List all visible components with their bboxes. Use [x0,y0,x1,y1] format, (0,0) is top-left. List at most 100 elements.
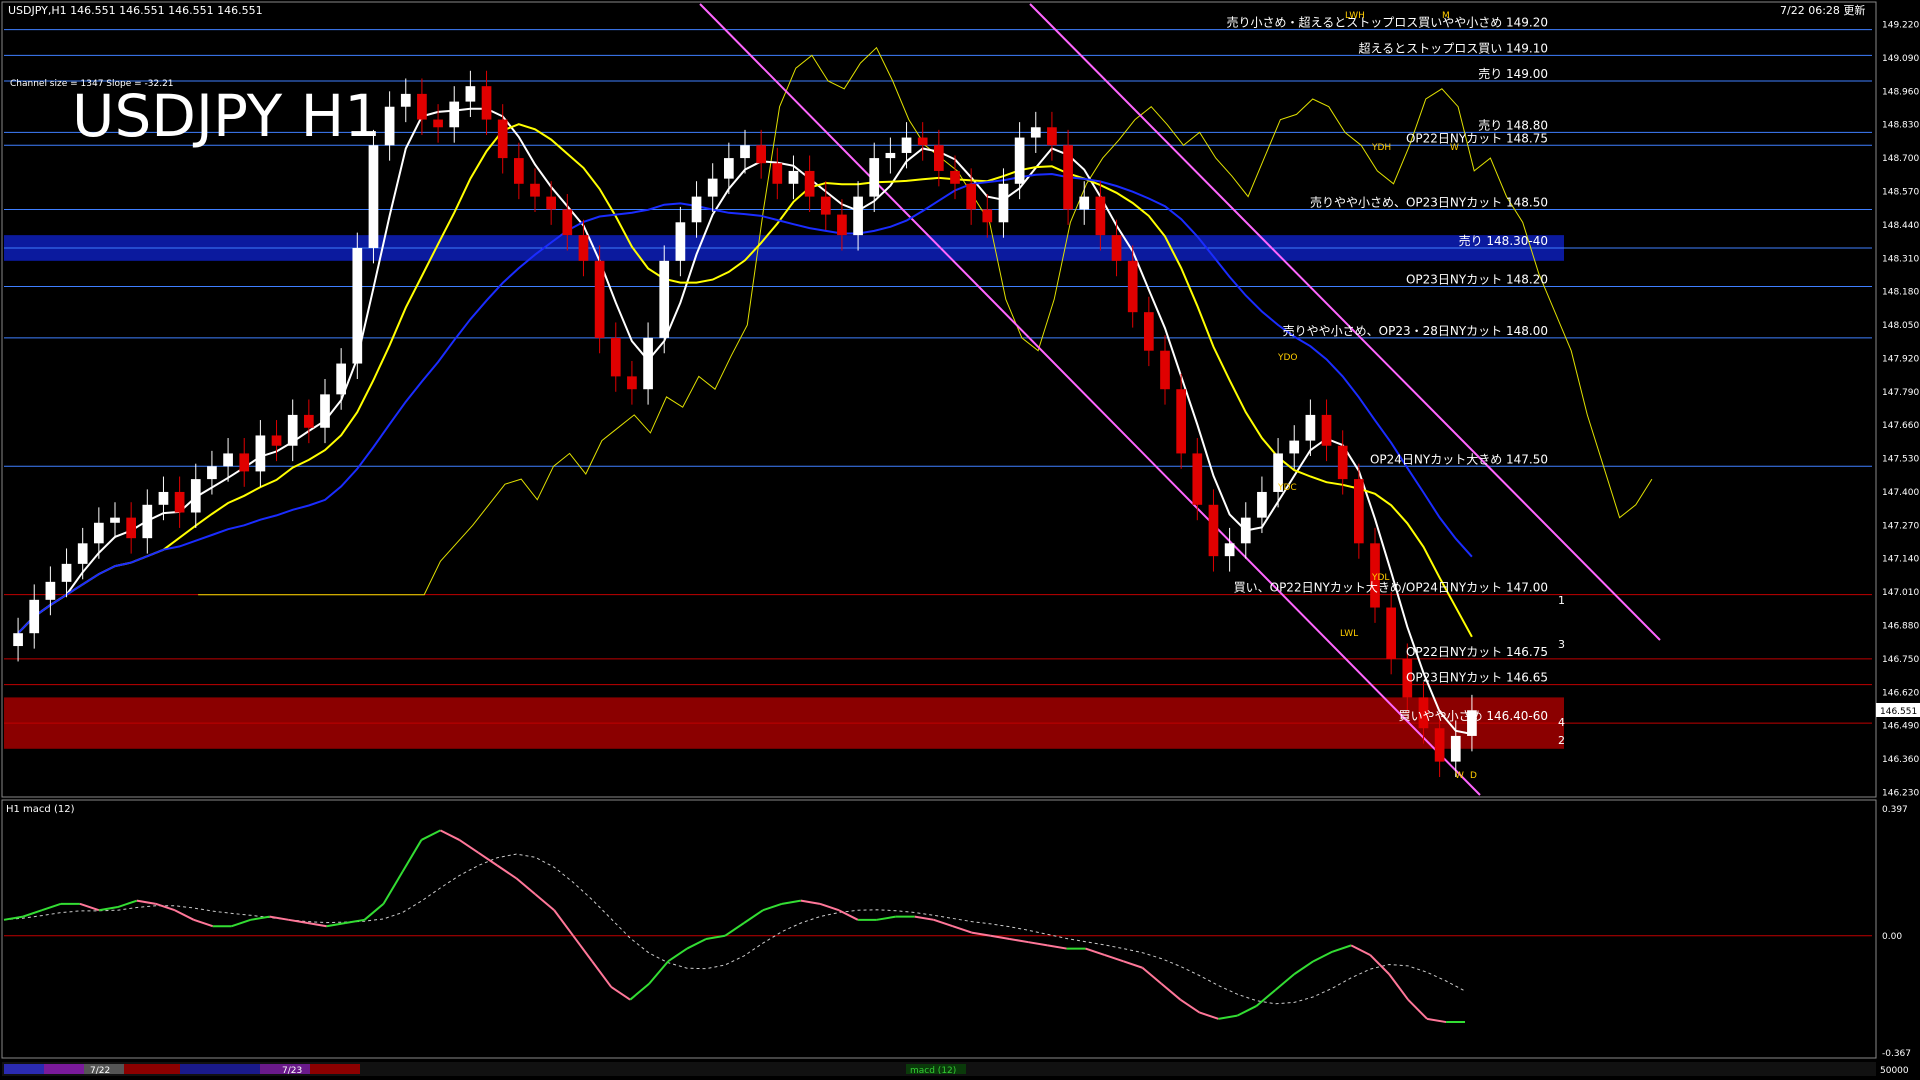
price-tick-label: 146.620 [1882,688,1919,698]
candle-body [788,170,799,184]
candle-body [934,145,944,171]
price-tick-label: 147.660 [1882,421,1919,431]
macd-tick-label: 0.00 [1882,932,1902,942]
box-label: YDH [1371,143,1391,153]
price-level-label: OP23日NYカット 148.20 [1406,273,1548,287]
candle-body [417,93,427,120]
candle-body [917,137,928,146]
candle-body [1047,127,1057,146]
candle-body [1079,196,1090,210]
candle-body [514,158,524,184]
candle-body [368,145,379,248]
candle-body [594,260,605,338]
price-tick-label: 147.010 [1882,588,1919,598]
candle-body [1127,260,1138,313]
candle-body [158,491,169,505]
candle-body [1160,350,1170,390]
candle-body [174,491,185,513]
candle-body [1257,491,1267,518]
candle-body [1289,440,1300,454]
candle-body [352,247,363,364]
date-label-1: 7/22 [90,1066,110,1076]
box-label: M [1442,11,1450,21]
macd-title: H1 macd (12) [6,804,75,815]
candle-body [400,93,411,107]
candle-body [869,158,880,197]
candle-body [320,394,330,428]
candle-body [901,137,912,153]
candle-body [530,183,540,197]
candle-body [29,599,40,634]
candle-body [837,214,847,236]
candle-body [772,163,783,184]
price-level-label: 売り小さめ・超えるとストップロス買いやや小さめ 149.20 [1227,15,1548,30]
price-tick-label: 146.360 [1882,755,1919,765]
candle-body [304,414,314,428]
timeline-bar: 7/22 7/23 macd (12) 50000 [2,1062,1909,1076]
price-tick-label: 148.050 [1882,321,1919,331]
candle-body [77,543,88,564]
candle-body [820,196,831,215]
candle-body [1386,607,1396,659]
price-level-label: 売り 148.30-40 [1459,233,1548,248]
price-tick-label: 147.790 [1882,388,1919,398]
box-label: LWH [1345,11,1365,21]
price-level-label: OP22日NYカット 146.75 [1406,645,1548,659]
candle-body [336,363,346,395]
candle-body [982,209,993,223]
candle-body [45,581,56,600]
candle-body [853,196,863,236]
scale-value: 50000 [1880,1066,1909,1076]
candle-body [465,86,476,102]
candle-body [1208,504,1219,557]
candle-body [1176,389,1186,454]
candle-body [497,119,508,159]
candle-body [804,170,815,197]
candle-body [691,196,702,223]
candle-body [1030,127,1041,138]
candle-body [449,101,460,128]
candle-body [1337,445,1348,480]
fib-label: 2 [1558,734,1565,747]
price-tick-label: 148.960 [1882,87,1919,97]
candle-body [1144,312,1154,351]
symbol-info: USDJPY,H1 146.551 146.551 146.551 146.55… [8,4,263,17]
price-level-label: 売り 149.00 [1478,66,1548,81]
box-label: LWL [1340,629,1358,639]
price-tick-label: 147.920 [1882,354,1919,364]
candle-body [885,152,896,159]
price-tick-label: 149.220 [1882,21,1919,31]
candle-body [1434,728,1445,762]
candle-body [1305,414,1316,441]
price-tick-label: 149.090 [1882,54,1919,64]
candle-body [433,119,443,128]
fib-label: 1 [1558,594,1565,607]
candle-body [207,466,217,480]
price-tick-label: 147.400 [1882,488,1919,498]
price-level-label: 売り 148.80 [1478,117,1548,132]
candle-body [271,435,282,446]
candle-body [659,260,670,338]
candle-body [707,178,718,197]
current-price-label: 146.551 [1880,707,1917,717]
candle-body [1192,453,1203,505]
price-tick-label: 148.180 [1882,288,1919,298]
price-tick-label: 146.490 [1882,722,1919,732]
price-level-label: OP23日NYカット 146.65 [1406,671,1548,685]
candle-body [1063,145,1073,210]
candle-body [94,522,104,544]
candle-body [578,235,589,261]
macd-tab[interactable]: macd (12) [910,1066,956,1076]
candle-body [126,517,136,539]
candle-body [239,453,250,472]
candle-body [1354,479,1364,544]
price-level-label: 売りやや小さめ、OP23日NYカット 148.50 [1310,194,1548,209]
candle-body [998,183,1009,223]
box-label: W [1450,143,1459,153]
candle-body [950,170,960,184]
price-level-label: 売りやや小さめ、OP23・28日NYカット 148.00 [1283,323,1548,338]
candle-body [643,337,653,390]
price-tick-label: 148.700 [1882,154,1919,164]
candle-body [190,479,201,513]
price-tick-label: 148.310 [1882,254,1919,264]
